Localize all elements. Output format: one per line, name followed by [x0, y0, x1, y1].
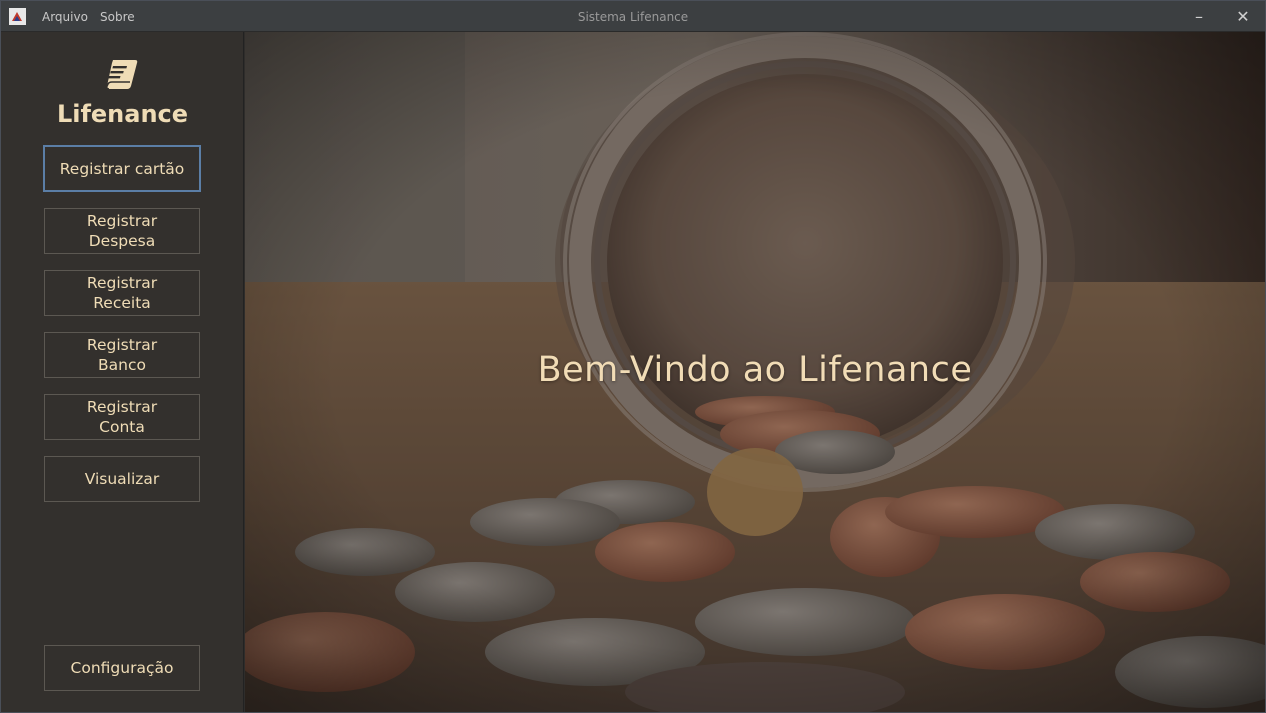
book-icon: [105, 60, 138, 90]
button-label-line1: Registrar: [86, 212, 158, 230]
button-label-line2: Despesa: [88, 232, 156, 250]
button-label-line2: Receita: [93, 294, 151, 312]
button-label: Registrar cartão: [59, 159, 185, 178]
configuracao-button[interactable]: Configuração: [44, 645, 200, 691]
registrar-receita-button[interactable]: Registrar Receita: [44, 270, 200, 316]
registrar-conta-button[interactable]: Registrar Conta: [44, 394, 200, 440]
button-label-line1: Registrar: [86, 274, 158, 292]
app-window: Arquivo Sobre Sistema Lifenance – ✕ Life…: [0, 0, 1266, 713]
registrar-banco-button[interactable]: Registrar Banco: [44, 332, 200, 378]
close-button[interactable]: ✕: [1221, 1, 1265, 32]
registrar-cartao-button[interactable]: Registrar cartão: [43, 145, 201, 192]
welcome-panel: Bem-Vindo ao Lifenance: [245, 32, 1265, 712]
minimize-button[interactable]: –: [1177, 1, 1221, 32]
sidebar: Lifenance Registrar cartão Registrar Des…: [1, 32, 244, 712]
registrar-despesa-button[interactable]: Registrar Despesa: [44, 208, 200, 254]
visualizar-button[interactable]: Visualizar: [44, 456, 200, 502]
button-label: Visualizar: [84, 470, 160, 488]
title-bar[interactable]: Arquivo Sobre Sistema Lifenance – ✕: [1, 1, 1265, 32]
welcome-message: Bem-Vindo ao Lifenance: [537, 350, 973, 390]
button-label: Configuração: [70, 659, 174, 677]
brand-title: Lifenance: [56, 100, 189, 128]
button-label-line2: Banco: [98, 356, 146, 374]
window-title: Sistema Lifenance: [577, 10, 689, 24]
button-label-line2: Conta: [99, 418, 145, 436]
button-label-line1: Registrar: [86, 398, 158, 416]
button-label-line1: Registrar: [86, 336, 158, 354]
